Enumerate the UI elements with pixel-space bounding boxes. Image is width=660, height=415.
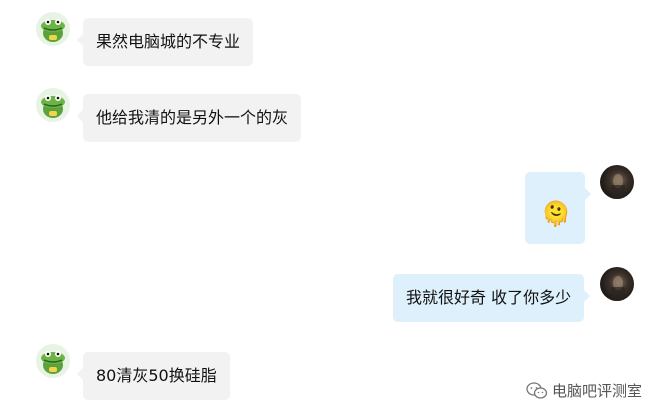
crocodile-icon <box>41 19 65 42</box>
photo-avatar-icon <box>611 174 625 199</box>
watermark-text: 电脑吧评测室 <box>551 382 642 400</box>
emoji-icon: 🫠 <box>541 200 571 228</box>
avatar[interactable] <box>36 12 70 46</box>
watermark: 电脑吧评测室 <box>526 380 642 401</box>
crocodile-icon <box>41 351 65 374</box>
photo-avatar-icon <box>611 276 625 301</box>
message-bubble[interactable]: 果然电脑城的不专业 <box>76 18 254 66</box>
avatar[interactable] <box>36 88 70 122</box>
message-bubble[interactable]: 我就很好奇 收了你多少 <box>393 274 591 322</box>
avatar[interactable] <box>600 267 634 301</box>
message-bubble[interactable]: 他给我清的是另外一个的灰 <box>76 94 302 142</box>
avatar[interactable] <box>600 165 634 199</box>
message-bubble[interactable]: 80清灰50换硅脂 <box>77 352 230 400</box>
crocodile-icon <box>41 95 65 118</box>
wechat-icon <box>526 381 548 399</box>
avatar[interactable] <box>36 344 70 378</box>
emoji-bubble[interactable]: 🫠 <box>525 172 591 244</box>
